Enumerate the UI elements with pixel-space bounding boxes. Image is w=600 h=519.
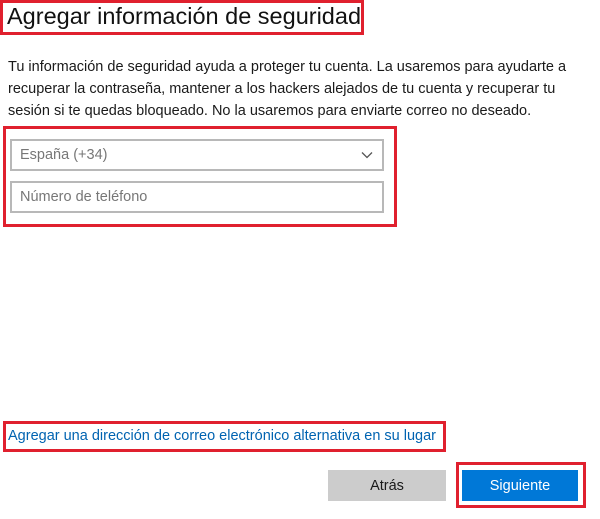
next-button[interactable]: Siguiente bbox=[462, 470, 578, 501]
phone-number-input[interactable] bbox=[10, 181, 384, 213]
country-code-value: España (+34) bbox=[20, 147, 108, 163]
alternate-email-link[interactable]: Agregar una dirección de correo electrón… bbox=[8, 428, 436, 444]
back-button[interactable]: Atrás bbox=[328, 470, 446, 501]
country-code-dropdown[interactable]: España (+34) bbox=[10, 139, 384, 171]
chevron-down-icon bbox=[361, 152, 373, 159]
description-text: Tu información de seguridad ayuda a prot… bbox=[8, 59, 567, 119]
page-title: Agregar información de seguridad bbox=[7, 3, 362, 29]
